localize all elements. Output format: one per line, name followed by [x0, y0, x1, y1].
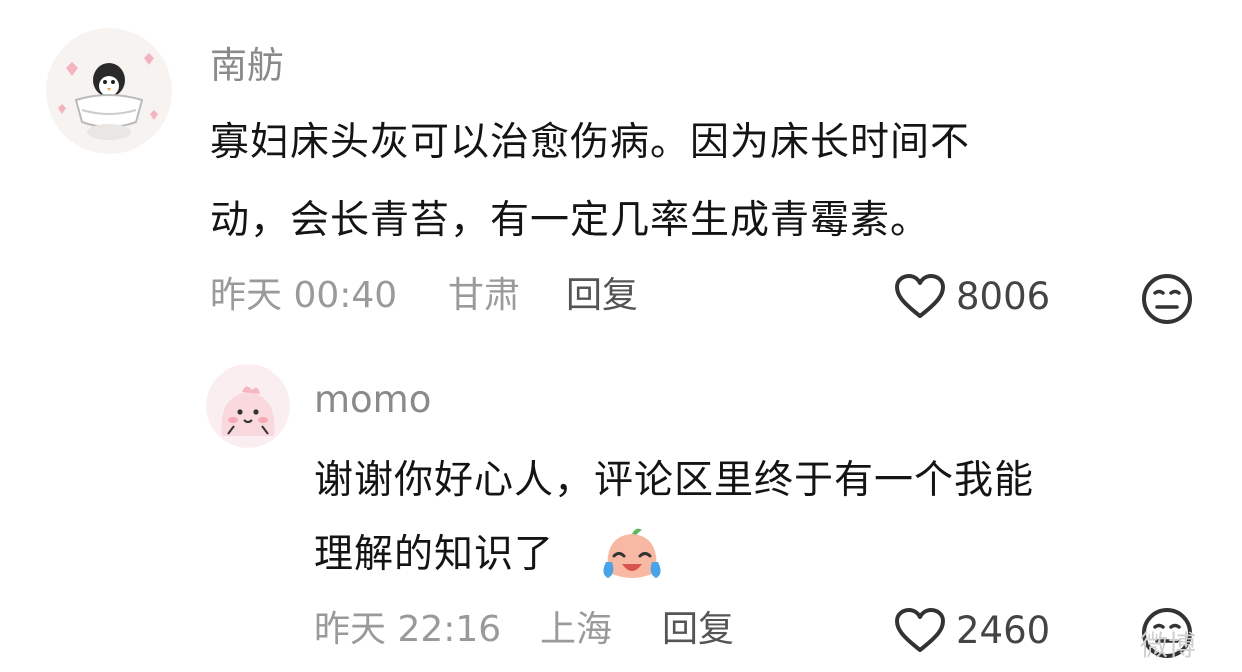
comment-reply-button[interactable]: 回复: [566, 274, 638, 318]
comment-timestamp: 昨天 00:40: [210, 275, 398, 316]
penguin-avatar-icon: [46, 28, 172, 154]
heart-icon: [895, 608, 945, 652]
reply-timestamp: 昨天 22:16: [314, 609, 502, 650]
replier-name[interactable]: momo: [314, 378, 431, 422]
reply-location: 上海: [540, 609, 613, 650]
reply-reply-button[interactable]: 回复: [662, 608, 734, 652]
comment-location: 甘肃: [448, 275, 521, 316]
reply-text-line-2: 理解的知识了: [314, 532, 555, 577]
heart-icon: [895, 274, 945, 318]
commenter-avatar[interactable]: [46, 28, 172, 154]
meh-face-icon: [1142, 274, 1192, 324]
reply-like-button[interactable]: [892, 606, 952, 658]
replier-avatar[interactable]: [206, 364, 290, 448]
weibo-watermark: 微博: [1140, 629, 1197, 662]
comment-like-count: 8006: [956, 275, 1051, 318]
reply-text-line-1: 谢谢你好心人，评论区里终于有一个我能: [314, 458, 1035, 503]
comment-like-button[interactable]: [892, 272, 952, 324]
comment-text-line-2: 动，会长青苔，有一定几率生成青霉素。: [210, 198, 931, 243]
crying-laughing-peach-emoji: [600, 526, 664, 586]
commenter-name[interactable]: 南舫: [210, 44, 284, 88]
pink-blob-avatar-icon: [206, 364, 290, 448]
reply-like-count: 2460: [956, 609, 1051, 652]
comment-text-line-1: 寡妇床头灰可以治愈伤病。因为床长时间不: [210, 120, 971, 165]
comment-dislike-button[interactable]: [1140, 272, 1194, 326]
